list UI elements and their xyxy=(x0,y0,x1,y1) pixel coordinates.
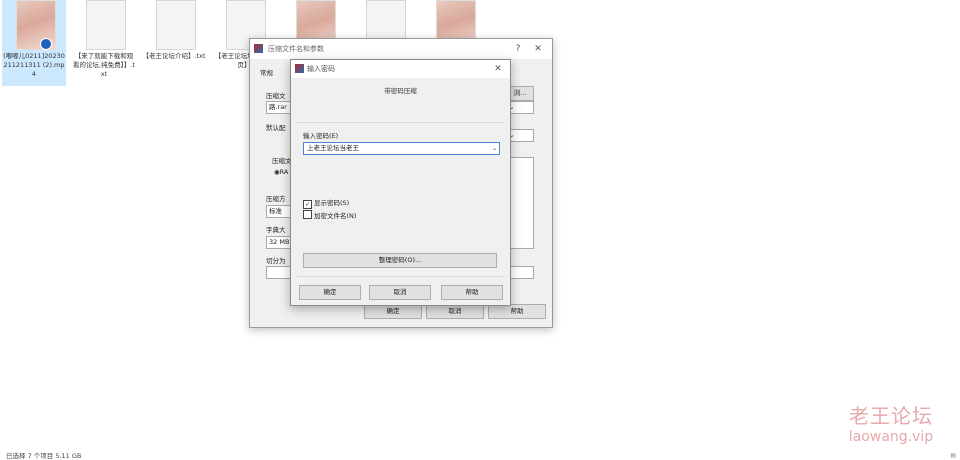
help-icon[interactable]: ? xyxy=(510,39,526,59)
text-file-icon xyxy=(156,0,196,50)
cancel-button[interactable]: 取消 xyxy=(369,285,431,300)
winrar-app-icon xyxy=(295,64,304,73)
organize-passwords-button[interactable]: 整理密码(O)... xyxy=(303,253,497,268)
ok-button[interactable]: 确定 xyxy=(364,304,422,319)
winrar-app-icon xyxy=(254,44,263,53)
method-label: 压缩方 xyxy=(266,195,286,203)
cancel-button[interactable]: 取消 xyxy=(426,304,484,319)
tab-general[interactable]: 常规 xyxy=(260,67,273,77)
profile-label: 默认配 xyxy=(266,124,286,132)
split-field[interactable] xyxy=(266,266,292,279)
method-select[interactable]: 标准 xyxy=(266,205,292,218)
checkbox-empty-icon xyxy=(303,210,312,219)
divider xyxy=(297,122,504,123)
password-value: 上老王论坛当老王 xyxy=(307,144,359,152)
archive-name-field[interactable]: 路.rar xyxy=(266,101,292,114)
checkmark-icon: ✓ xyxy=(303,200,312,209)
password-label: 输入密码(E) xyxy=(303,132,339,140)
status-bar-text: 已选择 7 个项目 5.11 GB xyxy=(6,452,82,460)
video-badge-icon xyxy=(40,38,52,50)
archive-dialog-titlebar: 压缩文件名和参数 ? ✕ xyxy=(250,39,552,59)
format-label: 压缩文 xyxy=(272,157,292,165)
group-title: 带密码压缩 xyxy=(384,87,417,95)
ok-button[interactable]: 确定 xyxy=(299,285,361,300)
watermark-cn: 老王论坛 xyxy=(849,404,933,428)
file-item-2[interactable]: 【老王论坛介绍】.txt xyxy=(142,0,206,86)
enter-password-dialog: 输入密码 ✕ 带密码压缩 输入密码(E) 上老王论坛当老王 ⌄ ✓ 显示密码(S)… xyxy=(290,59,511,306)
close-icon[interactable]: ✕ xyxy=(530,39,546,59)
password-field[interactable]: 上老王论坛当老王 ⌄ xyxy=(303,142,500,155)
password-dialog-titlebar: 输入密码 ✕ xyxy=(291,60,510,78)
archive-name-label: 压缩文 xyxy=(266,92,286,100)
encrypt-file-names-checkbox[interactable]: 加密文件名(N) xyxy=(303,210,356,220)
help-button[interactable]: 帮助 xyxy=(488,304,546,319)
file-item-1[interactable]: 【来了就能下载和观看的论坛,纯免费】】.txt xyxy=(72,0,136,86)
help-button[interactable]: 帮助 xyxy=(441,285,503,300)
file-name: (嘟嘟儿0211]20230211211311 (2).mp4 xyxy=(3,52,65,78)
text-file-icon xyxy=(86,0,126,50)
watermark-en: laowang.vip xyxy=(848,429,934,445)
file-item-0[interactable]: (嘟嘟儿0211]20230211211311 (2).mp4 xyxy=(2,0,66,86)
divider xyxy=(297,276,504,277)
split-label: 切分为 xyxy=(266,257,286,265)
format-radio[interactable]: ◉RA xyxy=(274,168,288,176)
watermark: 老王论坛 laowang.vip xyxy=(835,404,947,446)
show-password-checkbox[interactable]: ✓ 显示密码(S) xyxy=(303,197,349,209)
view-toggle-icon[interactable]: ▤ xyxy=(950,452,956,459)
archive-dialog-title: 压缩文件名和参数 xyxy=(268,45,324,53)
password-dialog-title: 输入密码 xyxy=(307,65,335,73)
file-name: 【来了就能下载和观看的论坛,纯免费】】.txt xyxy=(73,52,135,78)
file-name: 【老王论坛介绍】.txt xyxy=(142,52,206,60)
dictionary-label: 字典大 xyxy=(266,226,286,234)
dictionary-select[interactable]: 32 MB xyxy=(266,236,292,249)
chevron-down-icon[interactable]: ⌄ xyxy=(492,143,497,154)
close-icon[interactable]: ✕ xyxy=(490,60,506,78)
